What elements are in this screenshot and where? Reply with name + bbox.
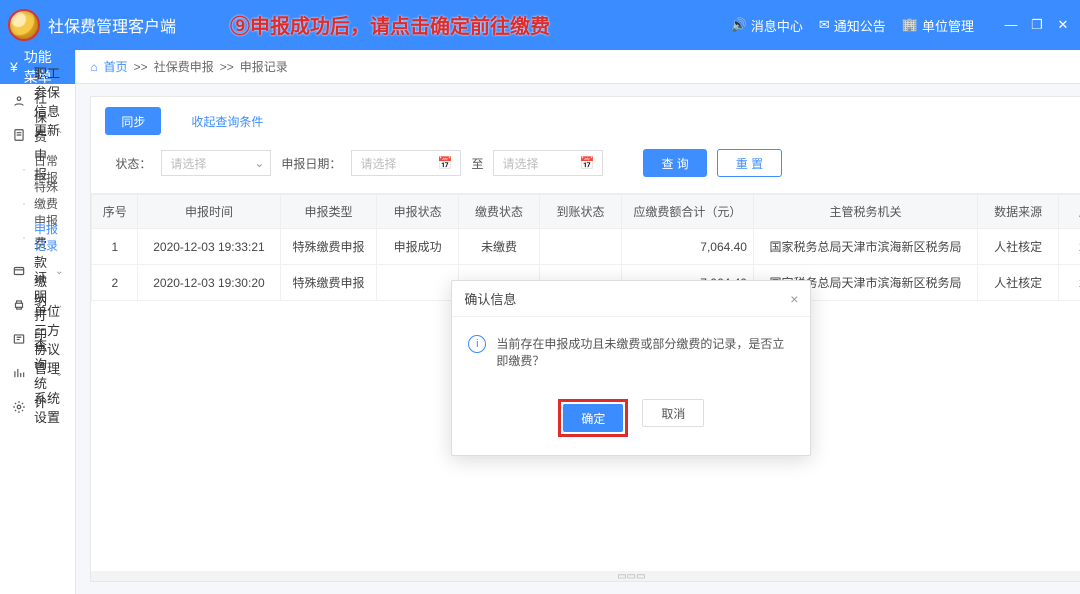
notice-link[interactable]: ✉ 通知公告 [819, 16, 886, 35]
nav-settings[interactable]: 系统设置 [0, 390, 75, 424]
chevron-up-icon: ⌃ [55, 130, 63, 141]
chevron-down-icon: ⌄ [55, 266, 63, 277]
modal-ok-button[interactable]: 确定 [563, 404, 623, 432]
nav-declare-record-label: 申报记录 [34, 220, 63, 254]
win-max-button[interactable]: ❐ [1028, 17, 1046, 33]
sidebar: ¥ 功能菜单 职工参保信息更新 社保费申报 ⌃ 日常申报 特殊缴费申报 申报记录… [0, 50, 76, 594]
window-buttons: — ❐ ✕ [1002, 17, 1072, 33]
ok-highlight-box: 确定 [558, 399, 628, 437]
unit-mgmt-link[interactable]: 🏢 单位管理 [902, 16, 974, 35]
modal-cancel-button[interactable]: 取消 [642, 399, 704, 427]
notice-label: 通知公告 [834, 16, 886, 35]
nav-special-declare[interactable]: 特殊缴费申报 [0, 186, 75, 220]
msg-center-label: 消息中心 [751, 16, 803, 35]
modal-footer: 确定 取消 [452, 387, 810, 455]
instruction-overlay: ⑨申报成功后，请点击确定前往缴费 [230, 10, 550, 39]
nav-settings-label: 系统设置 [34, 388, 63, 426]
users-icon [12, 94, 26, 108]
nav-query-stats[interactable]: 查询统计 ⌄ [0, 356, 75, 390]
unit-mgmt-label: 单位管理 [922, 16, 974, 35]
mail-icon: ✉ [819, 17, 830, 33]
chart-icon [12, 366, 26, 380]
modal-body: i 当前存在申报成功且未缴费或部分缴费的记录，是否立即缴费？ [452, 317, 810, 387]
modal-mask: 确认信息 × i 当前存在申报成功且未缴费或部分缴费的记录，是否立即缴费？ 确定… [76, 50, 1080, 594]
app-logo [8, 9, 40, 41]
wallet-icon [12, 264, 26, 278]
win-min-button[interactable]: — [1002, 17, 1020, 33]
nav-sbf-declare[interactable]: 社保费申报 ⌃ [0, 118, 75, 152]
modal-title: 确认信息 [464, 289, 516, 308]
megaphone-icon: 🔊 [731, 17, 747, 33]
yen-icon: ¥ [10, 59, 18, 75]
app-header: 社保费管理客户端 ⑨申报成功后，请点击确定前往缴费 🔊 消息中心 ✉ 通知公告 … [0, 0, 1080, 50]
info-icon: i [468, 335, 486, 353]
building-icon: 🏢 [902, 17, 918, 33]
printer-icon [12, 298, 26, 312]
nav-declare-record[interactable]: 申报记录 [0, 220, 75, 254]
handshake-icon [12, 332, 26, 346]
app-title: 社保费管理客户端 [48, 13, 176, 37]
win-close-button[interactable]: ✕ [1054, 17, 1072, 33]
msg-center-link[interactable]: 🔊 消息中心 [731, 16, 803, 35]
modal-header: 确认信息 × [452, 281, 810, 317]
doc-icon [12, 128, 26, 142]
content-area: ⌂ 首页 >> 社保费申报 >> 申报记录 □ × 同步 收起查询条件 状态： … [76, 50, 1080, 594]
confirm-modal: 确认信息 × i 当前存在申报成功且未缴费或部分缴费的记录，是否立即缴费？ 确定… [451, 280, 811, 456]
header-right: 🔊 消息中心 ✉ 通知公告 🏢 单位管理 — ❐ ✕ [731, 16, 1072, 35]
modal-message: 当前存在申报成功且未缴费或部分缴费的记录，是否立即缴费？ [496, 335, 794, 369]
modal-close-button[interactable]: × [790, 291, 798, 307]
chevron-down-icon: ⌄ [55, 368, 63, 379]
gear-icon [12, 400, 26, 414]
